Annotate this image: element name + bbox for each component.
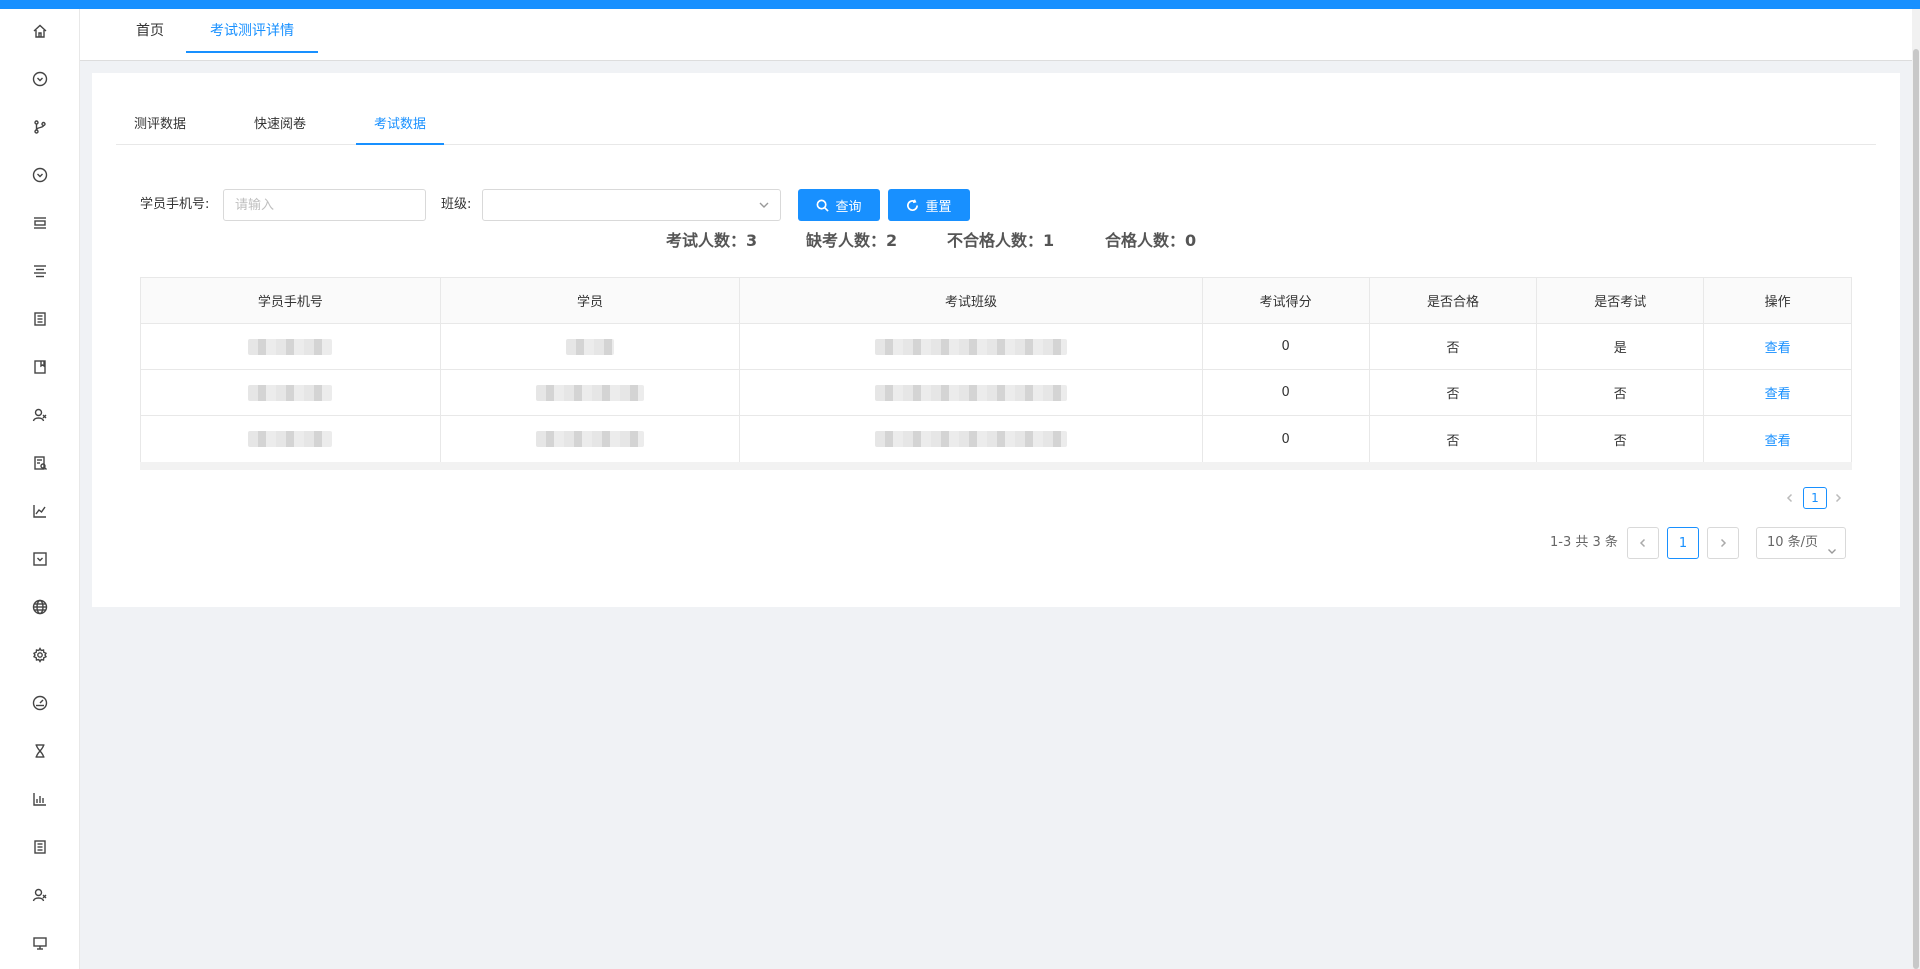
hourglass-icon[interactable] (30, 741, 50, 761)
chevron-left-icon (1786, 493, 1793, 503)
tab-evaluation-data[interactable]: 测评数据 (116, 105, 204, 145)
users-icon[interactable] (30, 405, 50, 425)
exam-data-table: 学员手机号 学员 考试班级 考试得分 是否合格 是否考试 操作 0 否 是 查看… (140, 277, 1852, 463)
class-select[interactable] (482, 189, 781, 221)
exam-stats: 考试人数：3 缺考人数：2 不合格人数：1 合格人数：0 (92, 227, 1900, 250)
class-label: 班级: (441, 197, 472, 212)
page-size-select[interactable]: 10 条/页 (1756, 527, 1846, 559)
header-action: 操作 (1764, 295, 1791, 310)
header-score: 考试得分 (1203, 278, 1370, 323)
header-class: 考试班级 (740, 278, 1203, 323)
line-chart-icon[interactable] (30, 501, 50, 521)
page-tab-bar: 首页 考试测评详情 (80, 9, 1912, 61)
tab-exam-data[interactable]: 考试数据 (356, 105, 444, 145)
home-icon[interactable] (30, 21, 50, 41)
bar-chart-icon[interactable] (30, 789, 50, 809)
prev-page-button[interactable] (1627, 527, 1659, 559)
monitor-icon[interactable] (30, 933, 50, 953)
align-center-icon[interactable] (30, 261, 50, 281)
attended-cell: 是 (1537, 324, 1705, 369)
stat-absent: 缺考人数：2 (806, 231, 898, 250)
search-icon (817, 199, 830, 212)
book-icon[interactable] (30, 837, 50, 857)
table-row: 0 否 是 查看 (141, 324, 1851, 370)
chevron-right-icon (1720, 538, 1727, 548)
header-passed: 是否合格 (1370, 278, 1538, 323)
gear-icon[interactable] (30, 645, 50, 665)
pagination-total: 1-3 共 3 条 (1550, 535, 1618, 550)
stat-exam-takers: 考试人数：3 (666, 231, 758, 250)
layout-icon[interactable] (30, 213, 50, 233)
mini-prev-page-button[interactable] (1782, 487, 1798, 509)
book-icon[interactable] (30, 309, 50, 329)
table-horizontal-scrollbar[interactable] (140, 462, 1852, 470)
stat-passed: 合格人数：0 (1105, 231, 1197, 250)
page-tab-home[interactable]: 首页 (122, 9, 178, 53)
table-row: 0 否 否 查看 (141, 416, 1851, 462)
content-card: 测评数据 快速阅卷 考试数据 学员手机号: 班级: 查询 重置 考试人数：3 缺… (92, 73, 1900, 607)
top-accent-bar (0, 0, 1920, 9)
redacted-phone (248, 431, 333, 447)
attended-cell: 否 (1537, 416, 1705, 462)
passed-cell: 否 (1370, 416, 1538, 462)
inner-tab-bar: 测评数据 快速阅卷 考试数据 (116, 105, 1876, 145)
search-button[interactable]: 查询 (798, 189, 880, 221)
chevron-left-icon (1639, 538, 1646, 548)
view-link[interactable]: 查看 (1765, 337, 1791, 356)
reset-button[interactable]: 重置 (888, 189, 970, 221)
tab-quick-grading[interactable]: 快速阅卷 (236, 105, 324, 145)
search-button-label: 查询 (835, 199, 862, 215)
view-link[interactable]: 查看 (1765, 430, 1791, 449)
table-header-row: 学员手机号 学员 考试班级 考试得分 是否合格 是否考试 操作 (141, 278, 1851, 324)
header-phone: 学员手机号 (141, 278, 441, 323)
header-student: 学员 (441, 278, 741, 323)
page-number-current[interactable]: 1 (1667, 527, 1699, 559)
redacted-student (535, 384, 644, 401)
chevron-right-icon (1835, 493, 1842, 503)
branch-icon[interactable] (30, 117, 50, 137)
bookmark-icon[interactable] (30, 357, 50, 377)
view-link[interactable]: 查看 (1765, 383, 1791, 402)
page-scrollbar[interactable] (1912, 9, 1920, 969)
document-search-icon[interactable] (30, 453, 50, 473)
globe-icon[interactable] (30, 597, 50, 617)
redacted-class (875, 384, 1068, 401)
redacted-student (535, 431, 644, 447)
passed-cell: 否 (1370, 324, 1538, 369)
score-cell: 0 (1203, 416, 1370, 462)
redacted-phone (248, 338, 333, 355)
next-page-button[interactable] (1707, 527, 1739, 559)
mini-next-page-button[interactable] (1830, 487, 1846, 509)
chevron-down-icon (1827, 538, 1837, 554)
table-row: 0 否 否 查看 (141, 370, 1851, 416)
users-icon[interactable] (30, 885, 50, 905)
attended-cell: 否 (1537, 370, 1705, 415)
redacted-phone (248, 384, 333, 401)
circle-chevron-icon[interactable] (30, 165, 50, 185)
phone-input[interactable] (223, 189, 426, 221)
stat-failed: 不合格人数：1 (947, 231, 1055, 250)
page-tab-exam-detail[interactable]: 考试测评详情 (186, 9, 318, 53)
redacted-class (875, 431, 1068, 447)
sidebar (0, 9, 80, 969)
reset-button-label: 重置 (925, 199, 952, 215)
passed-cell: 否 (1370, 370, 1538, 415)
score-cell: 0 (1203, 324, 1370, 369)
scrollbar-thumb[interactable] (1913, 49, 1919, 969)
page-size-value: 10 条/页 (1767, 535, 1819, 550)
reload-icon (907, 198, 919, 211)
circle-chevron-icon[interactable] (30, 69, 50, 89)
chevron-down-icon (758, 199, 770, 211)
header-attended: 是否考试 (1537, 278, 1705, 323)
redacted-class (875, 338, 1068, 355)
phone-label: 学员手机号: (140, 197, 210, 212)
score-cell: 0 (1203, 370, 1370, 415)
dashboard-icon[interactable] (30, 693, 50, 713)
square-chevron-icon[interactable] (30, 549, 50, 569)
redacted-student (565, 338, 614, 355)
mini-page-number[interactable]: 1 (1803, 487, 1827, 509)
